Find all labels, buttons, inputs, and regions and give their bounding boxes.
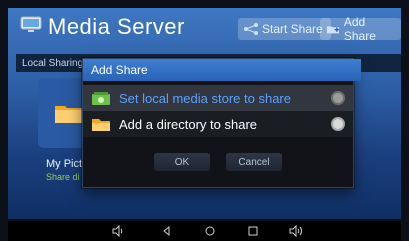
- system-navigation-bar: [8, 221, 401, 241]
- volume-down-icon[interactable]: [111, 224, 125, 238]
- cancel-button[interactable]: Cancel: [226, 153, 282, 171]
- recent-apps-icon[interactable]: [246, 224, 260, 238]
- folder-icon: [92, 119, 110, 131]
- title-bar: Media Server Start Share Add Share: [8, 8, 401, 48]
- volume-up-icon[interactable]: [289, 224, 303, 238]
- add-share-dialog: Add Share Set local media store to share…: [82, 58, 361, 188]
- radio-button[interactable]: [331, 117, 345, 131]
- folder-add-icon: [326, 26, 339, 34]
- add-share-button[interactable]: Add Share: [320, 15, 401, 43]
- option-add-directory[interactable]: Add a directory to share: [83, 111, 353, 137]
- dialog-buttons: OK Cancel: [83, 153, 353, 181]
- option-set-local-media-store[interactable]: Set local media store to share: [83, 85, 353, 111]
- device-frame: Media Server Start Share Add Share Local…: [0, 0, 409, 241]
- media-server-app-icon: [20, 16, 42, 32]
- dialog-title: Add Share: [83, 59, 361, 81]
- home-icon[interactable]: [203, 224, 217, 238]
- ok-button[interactable]: OK: [154, 153, 210, 171]
- background-item-title: My Pict: [46, 158, 83, 170]
- media-store-icon: [92, 92, 110, 105]
- background-item-subtitle: Share di: [46, 172, 80, 182]
- radio-button[interactable]: [331, 91, 345, 105]
- start-share-button[interactable]: Start Share: [238, 18, 331, 40]
- back-icon[interactable]: [160, 224, 174, 238]
- folder-icon: [55, 106, 83, 123]
- media-server-app: Media Server Start Share Add Share Local…: [8, 8, 401, 219]
- app-title: Media Server: [48, 14, 185, 39]
- option-label: Set local media store to share: [119, 90, 291, 106]
- start-share-label: Start Share: [262, 22, 323, 36]
- share-network-icon: [244, 23, 258, 35]
- option-label: Add a directory to share: [119, 116, 258, 132]
- local-sharing-label: Local Sharing: [22, 57, 84, 69]
- add-share-label: Add Share: [343, 15, 376, 43]
